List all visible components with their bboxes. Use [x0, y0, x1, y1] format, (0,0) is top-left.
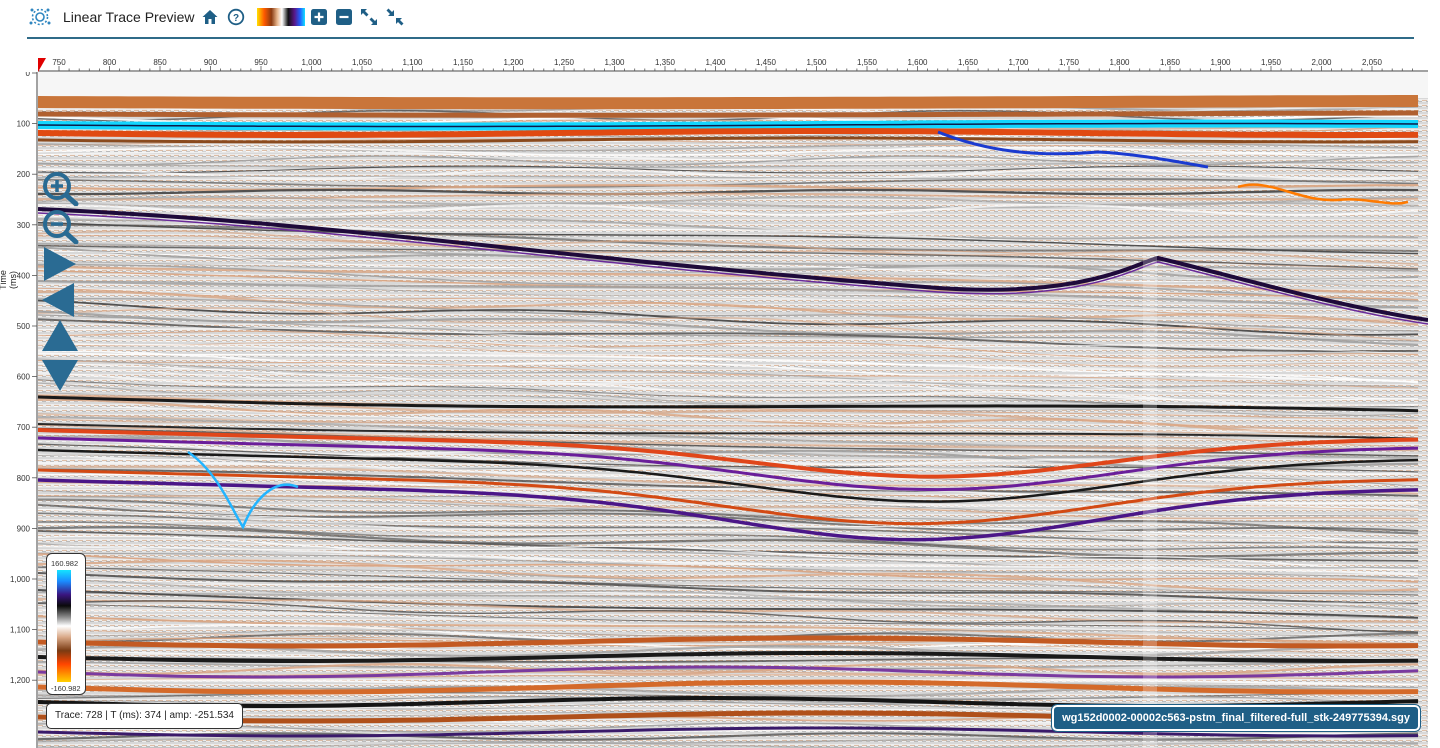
trace-axis-tick-label: 1,100 — [402, 58, 423, 67]
pan-down-arrow-icon[interactable] — [40, 358, 80, 394]
trace-axis-tick-label: 1,950 — [1261, 58, 1282, 67]
time-axis-tick-label: 1,100 — [10, 626, 31, 635]
navigation-controls — [40, 170, 80, 400]
trace-axis-tick-label: 850 — [153, 58, 167, 67]
trace-axis-tick-label: 1,650 — [958, 58, 979, 67]
colorbar-min-label: -160.982 — [51, 684, 81, 693]
time-axis-tick-label: 400 — [17, 271, 31, 280]
trace-position-marker — [38, 58, 46, 72]
trace-axis-tick-label: 1,250 — [554, 58, 575, 67]
time-axis-tick-label: 0 — [26, 72, 31, 78]
trace-axis-tick-label: 1,400 — [705, 58, 726, 67]
trace-axis-tick-label: 1,150 — [453, 58, 474, 67]
time-axis-tick-label: 900 — [17, 524, 31, 533]
time-axis-tick-label: 500 — [17, 322, 31, 331]
amplitude-colorbar: 160.982 -160.982 — [46, 553, 86, 695]
collapse-arrows-icon[interactable] — [386, 8, 404, 26]
file-name-badge[interactable]: wg152d0002-00002c563-pstm_final_filtered… — [1051, 704, 1421, 732]
time-axis-tick-label: 600 — [17, 373, 31, 382]
seismic-reflector — [1143, 252, 1157, 748]
time-axis-tick-label: 100 — [17, 120, 31, 129]
time-axis-tick-label: 300 — [17, 221, 31, 230]
trace-axis-tick-label: 1,600 — [907, 58, 928, 67]
colorbar-ramp — [57, 570, 71, 682]
app-title: Linear Trace Preview — [63, 9, 195, 25]
trace-axis-tick-label: 1,750 — [1059, 58, 1080, 67]
app-logo-icon — [29, 8, 51, 26]
trace-axis-tick-label: 750 — [52, 58, 66, 67]
zoom-out-magnifier-icon[interactable] — [40, 208, 80, 244]
trace-axis-tick-label: 1,050 — [352, 58, 373, 67]
time-axis-tick-label: 1,200 — [10, 676, 31, 685]
trace-axis-tick-label: 800 — [103, 58, 117, 67]
trace-axis-tick-label: 1,450 — [756, 58, 777, 67]
colormap-swatch-icon[interactable] — [257, 8, 305, 26]
pan-up-arrow-icon[interactable] — [40, 318, 80, 354]
trace-axis-tick-label: 2,000 — [1311, 58, 1332, 67]
svg-text:?: ? — [233, 13, 239, 24]
trace-axis-tick-label: 1,000 — [301, 58, 322, 67]
trace-axis-tick-label: 1,900 — [1210, 58, 1231, 67]
home-icon[interactable] — [201, 8, 219, 26]
plus-square-icon[interactable] — [310, 8, 328, 26]
trace-axis: 750 800 850 900 950 1,000 1,050 1,100 1,150 1,200… — [38, 58, 1428, 72]
minus-square-icon[interactable] — [335, 8, 353, 26]
trace-axis-tick-label: 1,200 — [503, 58, 524, 67]
pan-right-arrow-icon[interactable] — [40, 246, 80, 282]
time-axis-tick-label: 1,000 — [10, 575, 31, 584]
toolbar-divider — [27, 37, 1414, 39]
time-axis-tick-label: 700 — [17, 423, 31, 432]
trace-axis-tick-label: 1,550 — [857, 58, 878, 67]
pan-left-arrow-icon[interactable] — [40, 282, 80, 318]
trace-axis-tick-label: 2,050 — [1362, 58, 1383, 67]
cursor-readout: Trace: 728 | T (ms): 374 | amp: -251.534 — [46, 703, 243, 729]
expand-arrows-icon[interactable] — [360, 8, 378, 26]
time-axis-tick-label: 200 — [17, 170, 31, 179]
toolbar: Linear Trace Preview ? — [0, 0, 1440, 36]
time-axis-tick-label: 800 — [17, 474, 31, 483]
trace-axis-tick-label: 1,350 — [655, 58, 676, 67]
trace-axis-tick-label: 1,850 — [1160, 58, 1181, 67]
colorbar-max-label: 160.982 — [51, 559, 79, 568]
time-axis: 0 100 200 300 400 500 600 700 800 900 1,000 1,100 1,… — [10, 72, 38, 748]
trace-axis-tick-label: 900 — [204, 58, 218, 67]
seismic-reflector — [38, 110, 1418, 118]
help-circle-icon[interactable]: ? — [227, 8, 245, 26]
trace-axis-tick-label: 1,800 — [1109, 58, 1130, 67]
zoom-in-magnifier-icon[interactable] — [40, 170, 80, 206]
time-axis-title: Time (ms) — [0, 270, 18, 290]
trace-axis-tick-label: 1,300 — [604, 58, 625, 67]
trace-axis-tick-label: 1,700 — [1008, 58, 1029, 67]
seismic-section[interactable] — [38, 72, 1428, 748]
seismic-reflector — [38, 95, 1418, 110]
trace-axis-tick-label: 1,500 — [806, 58, 827, 67]
trace-axis-tick-label: 950 — [254, 58, 268, 67]
